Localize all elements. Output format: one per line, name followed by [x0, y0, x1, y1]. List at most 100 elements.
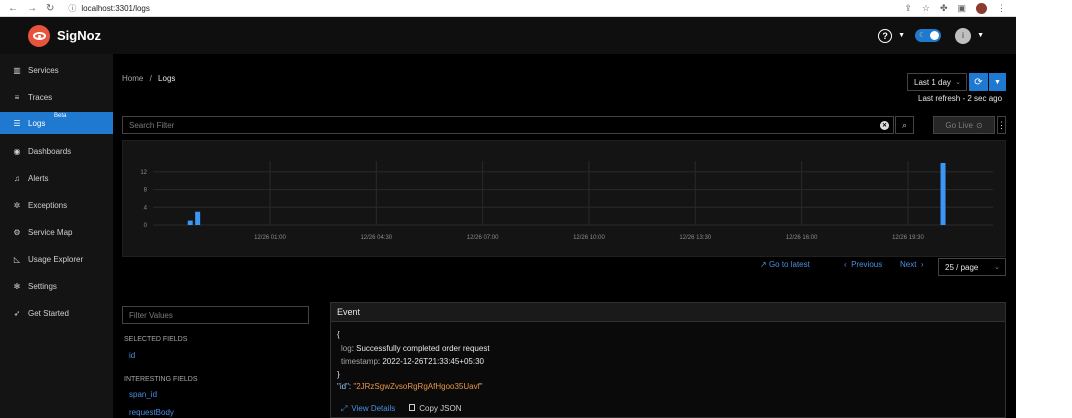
sync-icon: ⟳: [974, 76, 983, 88]
reload-icon[interactable]: ↻: [46, 3, 54, 14]
sidebar-item-traces[interactable]: ≡ Traces: [0, 86, 113, 108]
breadcrumb-home[interactable]: Home: [122, 74, 143, 83]
log-key: log: [341, 344, 352, 353]
signoz-logo-icon: [28, 24, 50, 47]
sidebar-item-service-map[interactable]: ⚙ Service Map: [0, 221, 113, 243]
deployment-icon: ⚙: [13, 227, 21, 237]
next-label: Next: [900, 260, 917, 269]
moon-icon: ☾: [919, 32, 926, 39]
go-to-latest-button[interactable]: ↗ Go to latest: [760, 260, 810, 269]
top-navbar: SigNoz ? ▼ ☾ i ▼: [0, 17, 1016, 54]
last-refresh-text: Last refresh - 2 sec ago: [918, 94, 1003, 103]
bug-icon: ✲: [13, 200, 21, 210]
event-body: { log: Successfully completed order requ…: [331, 323, 1005, 418]
user-avatar[interactable]: i: [955, 27, 972, 44]
selected-fields-heading: SELECTED FIELDS: [124, 336, 188, 343]
logo[interactable]: SigNoz: [0, 24, 101, 47]
search-placeholder: Search Filter: [129, 120, 175, 130]
x-tick-label: 12/26 04:30: [360, 235, 392, 241]
chevron-down-icon: ⌄: [955, 79, 961, 86]
page-size-value: 25 / page: [945, 262, 979, 272]
back-icon[interactable]: ←: [8, 3, 18, 14]
search-filter-input[interactable]: Search Filter ✕: [122, 116, 894, 134]
sidebar-item-dashboards[interactable]: ◉ Dashboards: [0, 140, 113, 162]
sidebar-item-services[interactable]: ▥ Services: [0, 59, 113, 81]
copy-json-button[interactable]: Copy JSON: [409, 404, 462, 414]
sidebar-item-settings[interactable]: ✻ Settings: [0, 275, 113, 297]
x-tick-label: 12/26 13:30: [679, 235, 711, 241]
go-live-button[interactable]: Go Live ⊙: [933, 116, 995, 134]
more-options-icon[interactable]: ⋮: [997, 116, 1006, 134]
sidebar-item-label: Dashboards: [28, 146, 72, 156]
chart-bar: [187, 220, 193, 225]
view-details-button[interactable]: ⤢ View Details: [341, 404, 395, 414]
clear-icon[interactable]: ✕: [880, 120, 889, 130]
filter-placeholder: Filter Values: [129, 310, 173, 320]
sidebar-item-usage-explorer[interactable]: ◺ Usage Explorer: [0, 248, 113, 270]
play-circle-icon: ⊙: [975, 120, 983, 130]
topbar-actions: ? ▼ ☾ i ▼: [878, 27, 1016, 44]
interesting-field-item[interactable]: requestBody: [129, 408, 174, 417]
forward-icon[interactable]: →: [27, 3, 37, 14]
chart-svg: 12 8 4 0 12/26 01:00 12/26 04:30 12/26 07:00 12…: [140, 161, 993, 241]
address-bar[interactable]: ⓘ localhost:3301/logs: [68, 3, 150, 14]
timestamp-value: 2022-12-26T21:33:45+05:30: [382, 357, 484, 366]
interesting-field-item[interactable]: span_id: [129, 390, 157, 399]
sidebar-item-label: Service Map: [28, 227, 73, 237]
expand-icon: ⤢: [341, 404, 348, 413]
x-tick-label: 12/26 16:00: [786, 235, 818, 241]
page-size-select[interactable]: 25 / page ⌄: [938, 258, 1006, 276]
refresh-button[interactable]: ⟳: [969, 73, 988, 91]
sidebar-item-alerts[interactable]: ♫ Alerts: [0, 167, 113, 189]
breadcrumb-current: Logs: [158, 74, 176, 83]
x-tick-label: 12/26 01:00: [254, 235, 286, 241]
caret-down-icon: ▼: [994, 78, 1001, 86]
share-icon[interactable]: ⇪: [904, 3, 912, 14]
user-chevron-down-icon[interactable]: ▼: [977, 32, 984, 39]
selected-field-item[interactable]: id: [129, 351, 135, 360]
copy-json-label: Copy JSON: [419, 404, 462, 413]
sidebar-item-label: Usage Explorer: [28, 254, 84, 264]
sidebar-item-label: Alerts: [28, 173, 49, 183]
chevron-down-icon: ⌄: [994, 264, 1000, 271]
beta-badge: Beta: [54, 113, 67, 119]
previous-label: Previous: [851, 260, 883, 269]
browser-menu-icon[interactable]: ⋮: [997, 3, 1006, 14]
copy-icon: [409, 404, 416, 411]
event-panel: Event { log: Successfully completed orde…: [330, 302, 1006, 418]
y-tick-label: 8: [144, 188, 148, 194]
help-chevron-down-icon[interactable]: ▼: [898, 32, 905, 39]
bar-chart-icon: ▥: [13, 65, 21, 75]
info-icon[interactable]: ⓘ: [68, 3, 76, 14]
previous-button[interactable]: ‹ Previous: [844, 260, 882, 269]
search-button[interactable]: ⌕: [895, 116, 914, 134]
time-range-select[interactable]: Last 1 day ⌄: [907, 73, 967, 91]
help-icon[interactable]: ?: [878, 28, 893, 43]
logs-histogram-chart: 12 8 4 0 12/26 01:00 12/26 04:30 12/26 07:00 12…: [122, 140, 1006, 257]
sidepanel-icon[interactable]: ▣: [957, 3, 966, 14]
go-to-latest-label: Go to latest: [768, 260, 810, 269]
chart-bar: [940, 163, 946, 225]
sidebar-item-logs[interactable]: ☰ Logs Beta: [0, 112, 113, 134]
sidebar-item-label: Services: [28, 65, 59, 75]
next-button[interactable]: Next ›: [900, 260, 924, 269]
event-actions: ⤢ View Details Copy JSON: [341, 404, 462, 414]
sidebar-item-label: Get Started: [28, 308, 69, 318]
extensions-icon[interactable]: ✤: [940, 3, 948, 14]
signoz-app: SigNoz ? ▼ ☾ i ▼ ▥ Services ≡ Traces ☰ L…: [0, 17, 1016, 418]
main-content: Home / Logs Last 1 day ⌄ ⟳ ▼ Last refres…: [113, 54, 1016, 418]
toggle-knob: [930, 31, 940, 40]
gear-icon: ✻: [13, 281, 21, 291]
bookmark-star-icon[interactable]: ☆: [922, 3, 930, 14]
x-tick-label: 12/26 07:00: [467, 235, 499, 241]
id-value: "2JRzSgwZvsoRgRgAfHgoo35Uavf": [353, 382, 483, 391]
sidebar-item-get-started[interactable]: ➶ Get Started: [0, 302, 113, 324]
sidebar-item-exceptions[interactable]: ✲ Exceptions: [0, 194, 113, 216]
refresh-dropdown-button[interactable]: ▼: [989, 73, 1006, 91]
go-live-label: Go Live: [945, 120, 973, 130]
filter-values-input[interactable]: Filter Values: [122, 306, 309, 324]
theme-toggle[interactable]: ☾: [915, 29, 942, 42]
bell-icon: ♫: [14, 173, 20, 183]
sidebar: ▥ Services ≡ Traces ☰ Logs Beta ◉ Dashbo…: [0, 54, 113, 418]
profile-avatar[interactable]: [976, 2, 987, 14]
